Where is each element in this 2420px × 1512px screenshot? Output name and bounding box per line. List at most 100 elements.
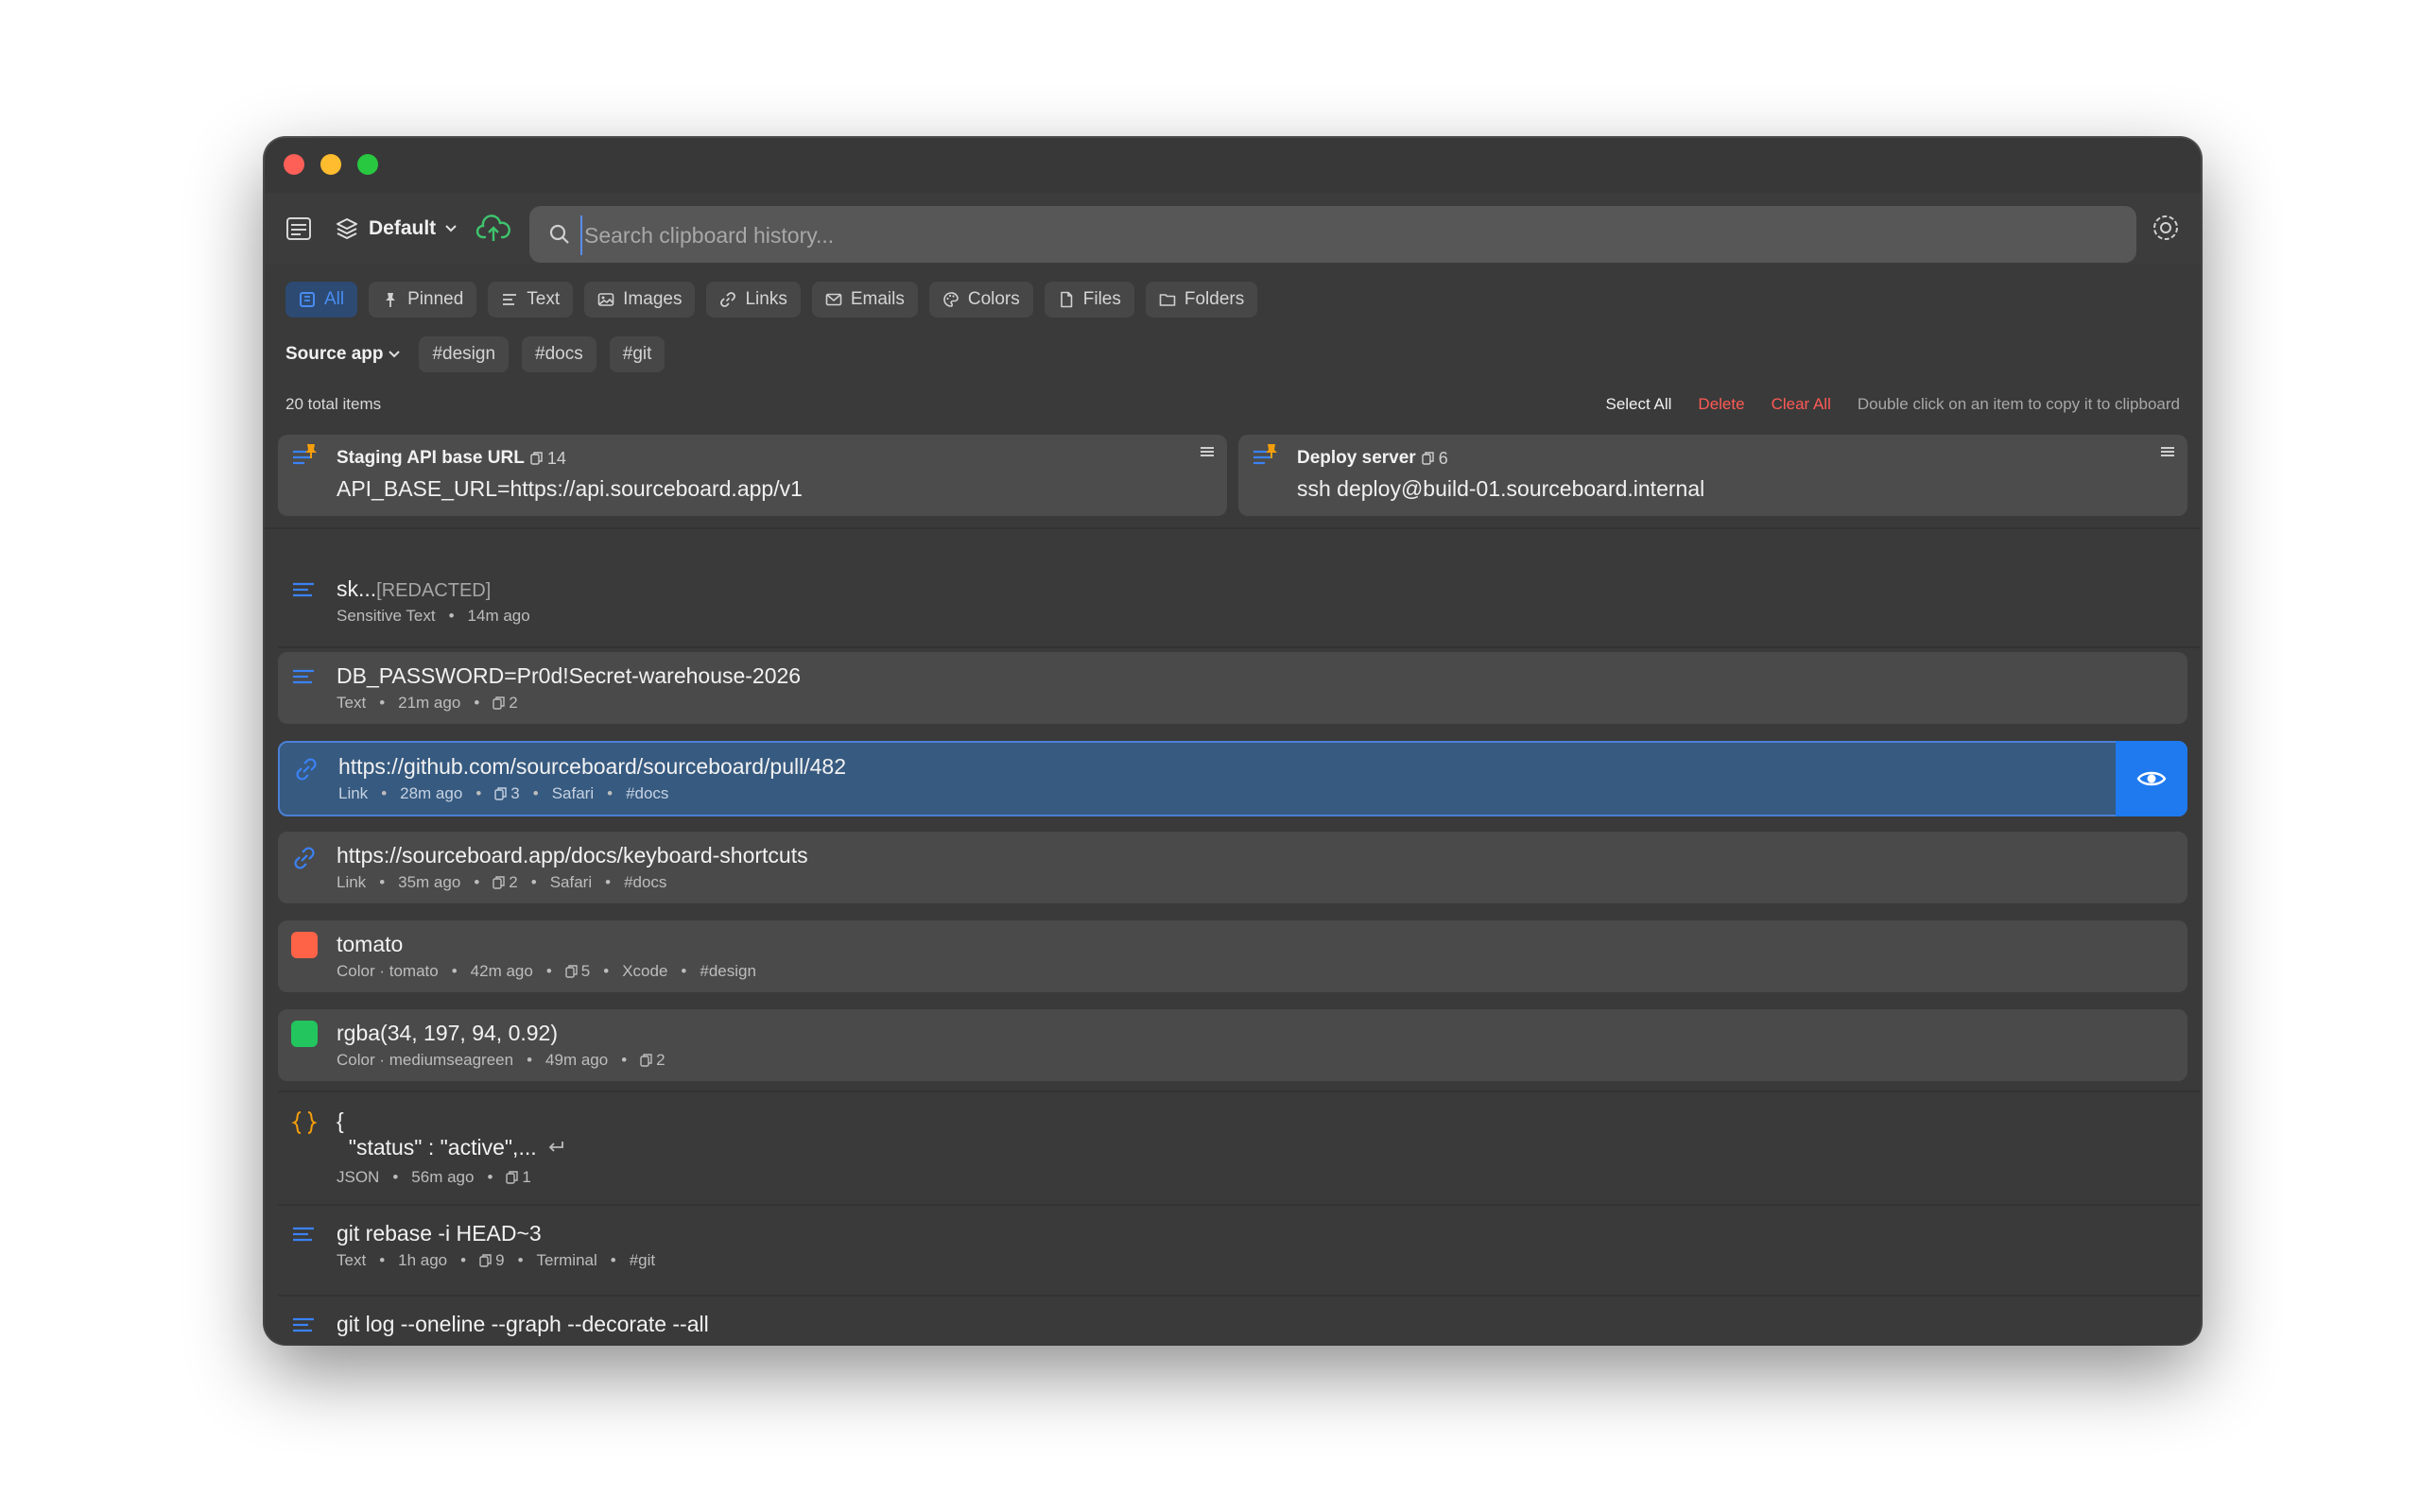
tag-git[interactable]: #git xyxy=(609,336,666,372)
filter-colors[interactable]: Colors xyxy=(928,282,1033,318)
copy-icon xyxy=(530,452,543,465)
item-meta: Color · mediumseagreen • 49m ago • 2 xyxy=(337,1051,666,1070)
drag-handle-icon[interactable] xyxy=(2159,444,2176,459)
list-item[interactable]: sk...[REDACTED] Sensitive Text • 14m ago xyxy=(278,565,2187,639)
item-content: git rebase -i HEAD~3 xyxy=(337,1221,542,1246)
zoom-window-button[interactable] xyxy=(357,154,378,175)
cloud-sync-button[interactable] xyxy=(475,210,512,248)
all-icon xyxy=(300,292,315,307)
preview-button[interactable] xyxy=(2116,741,2187,816)
list-item[interactable]: git rebase -i HEAD~3 Text • 1h ago • 9 • Te… xyxy=(278,1210,2187,1289)
copy-icon xyxy=(506,1171,519,1184)
search-input[interactable] xyxy=(580,215,2099,255)
filter-all[interactable]: All xyxy=(285,282,358,318)
pinned-items: Staging API base URL 14 API_BASE_URL=htt… xyxy=(278,435,2187,516)
eye-icon xyxy=(2136,771,2167,786)
divider xyxy=(278,1091,2201,1092)
divider xyxy=(265,527,2201,529)
list-item[interactable]: git log --oneline --graph --decorate --a… xyxy=(278,1300,2187,1344)
filter-label: Colors xyxy=(967,289,1020,309)
filter-text[interactable]: Text xyxy=(488,282,574,318)
copy-count-value: 3 xyxy=(510,784,520,802)
copy-count-value: 6 xyxy=(1438,448,1448,468)
tag-docs[interactable]: #docs xyxy=(522,336,596,372)
filter-folders[interactable]: Folders xyxy=(1145,282,1258,318)
pinned-item-title: Staging API base URL 14 xyxy=(337,448,566,469)
item-time: 56m ago xyxy=(411,1168,475,1186)
pinned-item[interactable]: Deploy server 6 ssh deploy@build-01.sour… xyxy=(1238,435,2187,516)
list-item-selected[interactable]: https://github.com/sourceboard/sourceboa… xyxy=(278,741,2187,816)
json-braces-icon xyxy=(291,1111,318,1134)
text-icon xyxy=(293,669,314,684)
filter-images[interactable]: Images xyxy=(584,282,696,318)
filter-files[interactable]: Files xyxy=(1044,282,1134,318)
item-time: 14m ago xyxy=(467,607,530,625)
copy-count-value: 2 xyxy=(509,873,518,891)
close-window-button[interactable] xyxy=(284,154,304,175)
json-line: { xyxy=(337,1108,344,1133)
item-meta: Text • 1h ago • 9 • Terminal • #git xyxy=(337,1251,656,1269)
filter-emails[interactable]: Emails xyxy=(811,282,918,318)
chevron-down-icon xyxy=(445,225,457,232)
item-type: Link xyxy=(337,873,367,891)
copy-count: 1 xyxy=(506,1168,531,1187)
copy-icon xyxy=(640,1054,652,1067)
list-item[interactable]: https://sourceboard.app/docs/keyboard-sh… xyxy=(278,832,2187,903)
filter-label: Links xyxy=(745,289,787,309)
item-content: tomato xyxy=(337,932,404,956)
filter-links[interactable]: Links xyxy=(706,282,801,318)
file-icon xyxy=(1060,291,1073,308)
item-content: sk...[REDACTED] xyxy=(337,576,491,602)
copy-count: 14 xyxy=(530,449,566,469)
color-swatch xyxy=(291,932,318,958)
redacted-label: [REDACTED] xyxy=(376,580,492,601)
item-type: JSON xyxy=(337,1168,380,1186)
copy-count: 2 xyxy=(640,1051,666,1070)
tag-design[interactable]: #design xyxy=(419,336,510,372)
copy-count-value: 2 xyxy=(656,1051,666,1069)
copy-icon xyxy=(479,1254,492,1267)
clear-all-button[interactable]: Clear All xyxy=(1772,395,1831,414)
pinned-text-icon xyxy=(1253,444,1277,465)
list-item[interactable]: DB_PASSWORD=Pr0d!Secret-warehouse-2026 T… xyxy=(278,652,2187,724)
item-source-app: Safari xyxy=(549,873,593,891)
gear-icon xyxy=(2153,215,2178,240)
item-meta: Text • 21m ago • 2 xyxy=(337,694,518,712)
list-item[interactable]: rgba(34, 197, 94, 0.92) Color · mediumse… xyxy=(278,1009,2187,1081)
list-item[interactable]: { "status" : "active",... JSON • 56m ago •… xyxy=(278,1096,2187,1196)
sidebar-toggle-button[interactable] xyxy=(284,214,314,244)
item-content: DB_PASSWORD=Pr0d!Secret-warehouse-2026 xyxy=(337,663,802,688)
app-window: Default All Pinned Text Images xyxy=(265,138,2201,1344)
profile-selector[interactable]: Default xyxy=(335,210,457,248)
drag-handle-icon[interactable] xyxy=(1199,444,1216,459)
delete-button[interactable]: Delete xyxy=(1698,395,1744,414)
link-icon xyxy=(296,758,317,781)
filter-label: Folders xyxy=(1184,289,1245,309)
item-source-app: Safari xyxy=(551,784,595,802)
item-time: 28m ago xyxy=(400,784,463,802)
select-all-button[interactable]: Select All xyxy=(1605,395,1671,414)
item-source-app: Xcode xyxy=(622,962,668,980)
total-items-count: 20 total items xyxy=(285,395,382,413)
pinned-item-content: ssh deploy@build-01.sourceboard.internal xyxy=(1297,476,1705,501)
text-icon xyxy=(293,582,314,597)
source-app-dropdown[interactable]: Source app xyxy=(285,344,401,365)
settings-button[interactable] xyxy=(2150,212,2182,244)
item-meta: Sensitive Text • 14m ago xyxy=(337,607,530,625)
filter-pinned[interactable]: Pinned xyxy=(369,282,477,318)
minimize-window-button[interactable] xyxy=(320,154,341,175)
copy-count: 2 xyxy=(493,873,518,892)
layers-icon xyxy=(337,218,357,239)
copy-icon xyxy=(565,965,578,978)
return-icon xyxy=(548,1142,563,1152)
copy-icon xyxy=(493,696,505,710)
copy-icon xyxy=(493,876,505,889)
item-content: rgba(34, 197, 94, 0.92) xyxy=(337,1021,558,1045)
copy-count-value: 5 xyxy=(580,962,591,980)
divider xyxy=(278,1295,2201,1297)
item-type: Color · mediumseagreen xyxy=(337,1051,514,1069)
pinned-item[interactable]: Staging API base URL 14 API_BASE_URL=htt… xyxy=(278,435,1227,516)
list-item[interactable]: tomato Color · tomato • 42m ago • 5 • Xcode… xyxy=(278,920,2187,992)
filter-label: All xyxy=(324,289,345,309)
item-content: git log --oneline --graph --decorate --a… xyxy=(337,1312,709,1336)
